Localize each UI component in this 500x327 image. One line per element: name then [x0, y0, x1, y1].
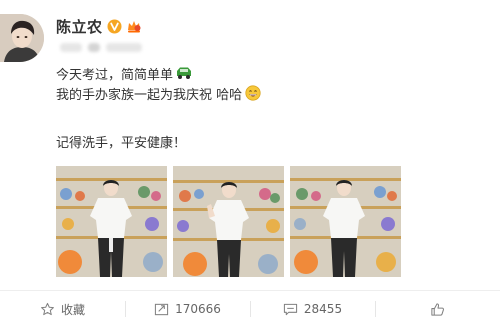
- vip-crown-icon[interactable]: [126, 18, 142, 34]
- comment-count: 28455: [303, 302, 343, 316]
- weibo-post: 陈立农 今天考过，简简单单 我的手办家族一起为我庆祝 哈哈 记得洗手，平安健康！: [0, 0, 500, 327]
- comment-button[interactable]: 28455: [250, 291, 375, 327]
- grin-emoji: [245, 84, 261, 108]
- post-line: 今天考过，简简单单: [56, 66, 261, 86]
- photo-grid: [56, 166, 401, 277]
- favorite-button[interactable]: 收藏: [0, 291, 125, 327]
- action-bar: 收藏 170666 28455: [0, 290, 500, 327]
- post-content: 今天考过，简简单单 我的手办家族一起为我庆祝 哈哈 记得洗手，平安健康！: [56, 66, 261, 154]
- thumbs-up-icon: [431, 302, 444, 316]
- comment-icon: [283, 303, 298, 315]
- like-button[interactable]: [375, 291, 500, 327]
- post-line: 我的手办家族一起为我庆祝 哈哈: [56, 84, 261, 108]
- photo-thumbnail[interactable]: [56, 166, 167, 277]
- repost-icon: [154, 303, 169, 315]
- author-row: 陈立农: [56, 15, 142, 37]
- author-name[interactable]: 陈立农: [56, 16, 103, 37]
- favorite-label: 收藏: [60, 302, 85, 317]
- repost-count: 170666: [175, 302, 221, 316]
- v-badge-icon[interactable]: [107, 19, 122, 34]
- star-icon: [41, 302, 54, 315]
- post-line: 记得洗手，平安健康！: [56, 136, 187, 151]
- post-meta-blurred: [56, 40, 146, 54]
- photo-thumbnail[interactable]: [173, 166, 284, 277]
- repost-button[interactable]: 170666: [125, 291, 250, 327]
- car-emoji: [176, 66, 192, 87]
- photo-thumbnail[interactable]: [290, 166, 401, 277]
- avatar[interactable]: [0, 14, 44, 62]
